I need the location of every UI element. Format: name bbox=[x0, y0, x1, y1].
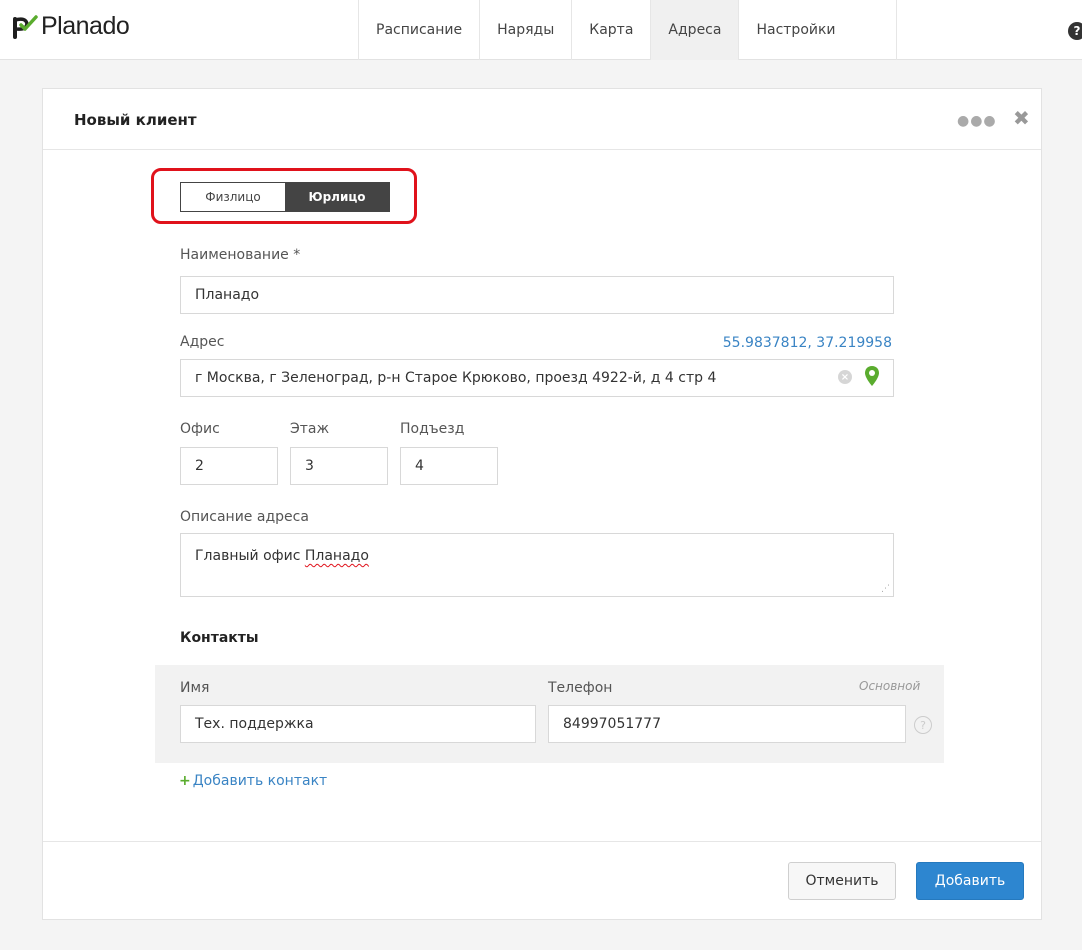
logo-text: Planado bbox=[41, 12, 130, 40]
contact-phone-field[interactable]: 84997051777 bbox=[548, 705, 906, 743]
help-icon[interactable]: ? bbox=[1068, 22, 1082, 40]
floor-label: Этаж bbox=[290, 421, 330, 437]
modal-title: Новый клиент bbox=[74, 111, 197, 129]
address-description-text: Главный офис bbox=[195, 548, 305, 564]
name-field[interactable]: Планадо bbox=[180, 276, 894, 314]
more-dots-icon[interactable]: ●●● bbox=[957, 113, 997, 129]
floor-field[interactable]: 3 bbox=[290, 447, 388, 485]
plus-icon: + bbox=[179, 773, 191, 789]
planado-logo-icon bbox=[13, 14, 38, 39]
close-icon[interactable]: ✖ bbox=[1013, 108, 1030, 128]
map-pin-icon[interactable] bbox=[864, 365, 880, 387]
add-contact-link[interactable]: + Добавить контакт bbox=[179, 773, 327, 789]
main-nav: Расписание Наряды Карта Адреса Настройки bbox=[358, 0, 897, 60]
address-description-textarea[interactable]: Главный офис Планадо ⋰ bbox=[180, 533, 894, 597]
office-field[interactable]: 2 bbox=[180, 447, 278, 485]
add-contact-label: Добавить контакт bbox=[192, 773, 328, 789]
address-field[interactable]: г Москва, г Зеленоград, р-н Старое Крюко… bbox=[180, 359, 894, 397]
modal-header: Новый клиент ●●● ✖ bbox=[43, 89, 1041, 150]
entrance-field[interactable]: 4 bbox=[400, 447, 498, 485]
add-button[interactable]: Добавить bbox=[916, 862, 1024, 900]
contacts-title: Контакты bbox=[180, 630, 259, 646]
toggle-legal-entity[interactable]: Юрлицо bbox=[285, 183, 389, 211]
contact-name-field[interactable]: Тех. поддержка bbox=[180, 705, 536, 743]
name-label: Наименование * bbox=[180, 247, 301, 263]
modal-footer: Отменить Добавить bbox=[43, 841, 1041, 920]
toggle-individual[interactable]: Физлицо bbox=[181, 183, 285, 211]
nav-schedule[interactable]: Расписание bbox=[359, 0, 481, 60]
address-description-label: Описание адреса bbox=[180, 509, 309, 525]
client-type-toggle: Физлицо Юрлицо bbox=[180, 182, 390, 212]
nav-map[interactable]: Карта bbox=[572, 0, 652, 60]
misspelled-word: Планадо bbox=[304, 548, 369, 564]
entrance-label: Подъезд bbox=[400, 421, 465, 437]
info-icon[interactable]: ? bbox=[914, 716, 932, 734]
logo[interactable]: Planado bbox=[12, 12, 130, 41]
top-navigation-bar: Planado Расписание Наряды Карта Адреса Н… bbox=[0, 0, 1082, 60]
new-client-modal: Новый клиент ●●● ✖ Физлицо Юрлицо Наимен… bbox=[42, 88, 1042, 920]
nav-orders[interactable]: Наряды bbox=[480, 0, 573, 60]
contact-phone-label: Телефон bbox=[548, 680, 613, 696]
resize-handle-icon[interactable]: ⋰ bbox=[881, 585, 890, 594]
address-label: Адрес bbox=[180, 334, 225, 350]
main-contact-label: Основной bbox=[859, 679, 921, 693]
nav-settings[interactable]: Настройки bbox=[739, 0, 897, 60]
contact-name-label: Имя bbox=[180, 680, 210, 696]
address-coordinates-link[interactable]: 55.9837812, 37.219958 bbox=[723, 335, 892, 351]
nav-addresses[interactable]: Адреса bbox=[651, 0, 740, 60]
office-label: Офис bbox=[180, 421, 220, 437]
cancel-button[interactable]: Отменить bbox=[788, 862, 896, 900]
address-value: г Москва, г Зеленоград, р-н Старое Крюко… bbox=[195, 370, 717, 386]
clear-icon[interactable]: × bbox=[838, 370, 852, 384]
